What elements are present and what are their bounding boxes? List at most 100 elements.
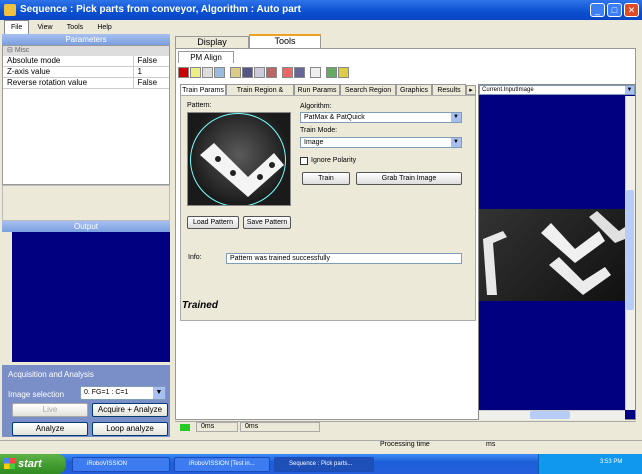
part-silhouette [483,231,507,295]
output-header: Output [2,221,170,232]
status-time-a: 0ms [196,422,238,432]
tab-scroll-right[interactable]: ▸ [466,85,476,95]
menu-help[interactable]: Help [91,21,117,34]
taskbar-item[interactable]: Sequence : Pick parts... [274,457,374,472]
load-pattern-button[interactable]: Load Pattern [187,216,239,229]
taskbar-item[interactable]: iRoboVISSION [72,457,170,472]
param-name: Reverse rotation value [3,77,133,89]
reset-icon[interactable] [266,67,277,78]
processing-bar [0,440,642,452]
windows-logo-icon [4,458,15,469]
param-row[interactable]: Reverse rotation value False [3,77,169,89]
ignore-polarity-checkbox[interactable] [300,157,308,165]
menu-bar: File View Tools Help [0,20,642,35]
param-name: Z-axis value [3,66,133,78]
display-icon[interactable] [294,67,305,78]
params-category[interactable]: ⊟ Misc [3,46,169,56]
train-mode-value: Image [304,139,324,146]
image-selection-select[interactable]: 0. FG=1 : C=1 ▼ [80,386,166,400]
algorithm-value: PatMax & PatQuick [304,114,365,121]
subtab-train-params[interactable]: Train Params [180,84,226,95]
info-label: Info: [188,254,202,261]
parameters-grid: ⊟ Misc Absolute mode False Z-axis value 1 … [2,45,170,185]
chart-icon[interactable] [326,67,337,78]
subtab-run-params[interactable]: Run Params [294,84,340,95]
loop-analyze-button[interactable]: Loop analyze [92,422,168,436]
input-icon[interactable] [202,67,213,78]
check-icon[interactable] [282,67,293,78]
acquisition-title: Acquisition and Analysis [8,370,94,379]
minimize-button[interactable]: _ [590,3,605,17]
param-row[interactable]: Z-axis value 1 [3,66,169,78]
subtab-results[interactable]: Results [432,84,466,95]
status-time-b: 0ms [240,422,320,432]
save-icon[interactable] [242,67,253,78]
info-field: Pattern was trained successfully [226,253,462,264]
edit-icon[interactable] [190,67,201,78]
start-button[interactable]: start [0,454,66,474]
menu-view[interactable]: View [32,21,59,34]
algorithm-select[interactable]: PatMax & PatQuick ▼ [300,112,462,123]
pattern-image [187,112,291,206]
train-button[interactable]: Train [302,172,350,185]
chevron-down-icon[interactable]: ▼ [625,86,634,94]
graph-icon[interactable] [310,67,321,78]
grab-train-image-button[interactable]: Grab Train Image [356,172,462,185]
tab-pm-align[interactable]: PM Align [178,51,234,63]
parameters-header: Parameters [2,34,170,45]
subtab-search-region[interactable]: Search Region [340,84,396,95]
analyze-button[interactable]: Analyze [12,422,88,436]
chevron-down-icon[interactable]: ▼ [451,113,461,122]
subtab-graphics[interactable]: Graphics [396,84,432,95]
run-icon[interactable] [178,67,189,78]
processing-time-unit: ms [486,441,496,448]
start-label: start [18,458,42,470]
part-silhouette [541,223,605,263]
tray-clock: 3:53 PM [600,459,623,465]
menu-file[interactable]: File [4,20,30,35]
ignore-polarity-label: Ignore Polarity [311,157,357,164]
close-button[interactable]: ✕ [624,3,639,17]
save-pattern-button[interactable]: Save Pattern [243,216,291,229]
vertical-scroll-thumb[interactable] [626,190,634,310]
copy-icon[interactable] [254,67,265,78]
title-bar: Sequence : Pick parts from conveyor, Alg… [0,0,642,20]
param-value[interactable]: 1 [132,66,169,78]
tab-display[interactable]: Display [175,36,249,48]
param-value[interactable]: False [132,77,169,89]
image-source-select[interactable]: Current.InputImage ▼ [479,85,635,95]
output-icon[interactable] [214,67,225,78]
taskbar-item[interactable]: iRoboVISSION [Test in... [174,457,270,472]
param-name: Absolute mode [3,56,133,67]
parameter-description [2,185,170,221]
system-tray [538,454,642,474]
maximize-button[interactable]: □ [607,3,622,17]
chevron-down-icon[interactable]: ▼ [153,387,165,399]
subtab-strip: Train Params Train Region & Origin Run P… [180,84,476,105]
help-icon[interactable] [338,67,349,78]
param-value[interactable]: False [132,56,169,67]
chevron-down-icon[interactable]: ▼ [451,138,461,147]
processing-time-label: Processing time [380,441,430,448]
image-selection-label: Image selection [8,390,65,399]
live-button[interactable]: Live [12,403,88,417]
tab-tools[interactable]: Tools [249,34,321,48]
pattern-circle [190,113,286,205]
train-mode-select[interactable]: Image ▼ [300,137,462,148]
image-selection-value: 0. FG=1 : C=1 [84,389,129,396]
param-row[interactable]: Absolute mode False [3,56,169,67]
status-led-icon [180,424,190,431]
camera-image-graphic [483,211,625,295]
app-icon [4,4,16,16]
algorithm-label: Algorithm: [300,103,332,110]
acquire-analyze-button[interactable]: Acquire + Analyze [92,403,168,417]
image-source-value: Current.InputImage [482,87,534,93]
part-silhouette [549,257,611,295]
camera-image [479,209,625,301]
subtab-train-region[interactable]: Train Region & Origin [226,84,294,105]
pattern-label: Pattern: [187,102,212,109]
output-view [12,232,170,362]
open-icon[interactable] [230,67,241,78]
horizontal-scroll-thumb[interactable] [530,411,570,419]
menu-tools[interactable]: Tools [61,21,89,34]
